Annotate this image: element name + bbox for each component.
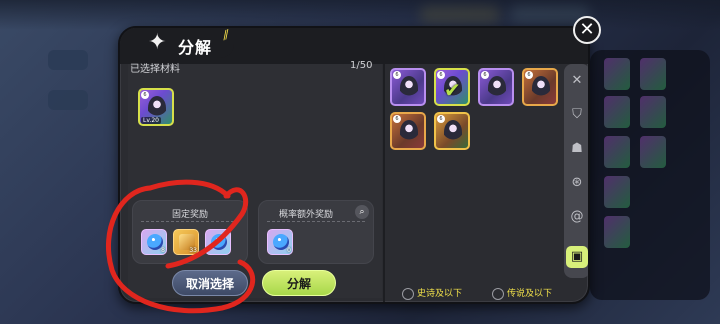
tab-swords[interactable]: ✕ [566,70,588,92]
panel-divider [383,64,385,302]
background-currency [420,6,500,24]
reward-item[interactable] [205,229,231,255]
card-character [532,76,550,100]
background-card [640,58,666,90]
deselect-button[interactable]: 取消选择 [172,270,248,296]
fixed-rewards-title: 固定奖励 [171,210,208,220]
tab-cards[interactable]: ▣ [566,246,588,268]
tab-armor[interactable]: ⛉ [566,104,588,126]
filter-epic[interactable]: 史诗及以下 [402,286,462,300]
check-icon: ✔ [444,78,461,102]
card-character [400,76,418,100]
rarity-badge: 6 [141,91,149,99]
decompose-button[interactable]: 分解 [262,270,336,296]
spiral-icon: @ [570,209,584,224]
rarity-badge: 6 [481,71,489,79]
close-button[interactable]: ✕ [573,16,601,44]
pot-icon: ☗ [571,141,583,156]
filter-legend-label: 传说及以下 [507,289,553,299]
card-level: Lv.20 [141,117,161,124]
background-card [640,136,666,168]
gem-icon [211,234,227,250]
inventory-card[interactable]: 6 [390,68,426,106]
rarity-badge: 6 [525,71,533,79]
background-card [604,216,630,248]
background-card [640,96,666,128]
swords-icon: ✕ [571,73,583,88]
selected-count: 1/50 [350,60,373,71]
armor-icon: ⛉ [572,107,582,122]
category-tabs: ✕ ⛉ ☗ ⊛ @ ▣ [564,64,588,278]
background-card [604,176,630,208]
magnifier-icon[interactable]: ⌕ [355,205,369,219]
tab-spiral[interactable]: @ [566,206,588,228]
tab-pot[interactable]: ☗ [566,138,588,160]
card-character [400,120,418,144]
background-card [604,96,630,128]
selected-materials-label: 已选择材料 [130,64,180,75]
inventory-card[interactable]: 6 [522,68,558,106]
background-card [604,136,630,168]
background-button [48,50,88,70]
radio-icon [402,287,414,300]
inventory-card[interactable]: 6 [478,68,514,106]
rarity-badge: 6 [393,71,401,79]
close-icon: ✕ [579,19,595,40]
reward-qty: 0 [287,247,291,254]
filter-epic-label: 史诗及以下 [417,289,463,299]
reward-qty: 8 [161,247,165,254]
inventory-card[interactable]: 6 [434,112,470,150]
divider [141,221,239,222]
rarity-badge: 6 [393,115,401,123]
title-tab: ✦ 分解 ⁄⁄ [134,28,234,58]
inventory-card[interactable]: 6 [390,112,426,150]
reward-item[interactable]: 8 [141,229,167,255]
dialog-title: 分解 [178,38,213,57]
reward-qty: 33 [189,247,197,254]
extra-rewards-box: 概率额外奖励 ⌕ 0 [258,200,374,264]
divider [267,221,365,222]
radio-icon [492,287,504,300]
background-button [48,90,88,110]
reward-item[interactable]: 33 [173,229,199,255]
inventory-card[interactable]: 6 ✔ [434,68,470,106]
filter-legend[interactable]: 传说及以下 [492,286,552,300]
reward-item[interactable]: 0 [267,229,293,255]
spark-icon: ⁄⁄ [221,27,231,43]
rarity-badge: 6 [437,115,445,123]
tab-emblem[interactable]: ⊛ [566,172,588,194]
fixed-rewards-box: 固定奖励 8 33 [132,200,248,264]
decompose-dialog: ✦ 分解 ⁄⁄ 已选择材料 1/50 6 Lv.20 固定奖励 8 33 概率额… [118,26,590,304]
emblem-icon: ⊛ [571,175,583,190]
background-card [604,58,630,90]
selected-card[interactable]: 6 Lv.20 [138,88,174,126]
card-character [444,120,462,144]
card-icon: ▣ [570,249,584,264]
card-character [488,76,506,100]
star-icon: ✦ [148,30,167,55]
